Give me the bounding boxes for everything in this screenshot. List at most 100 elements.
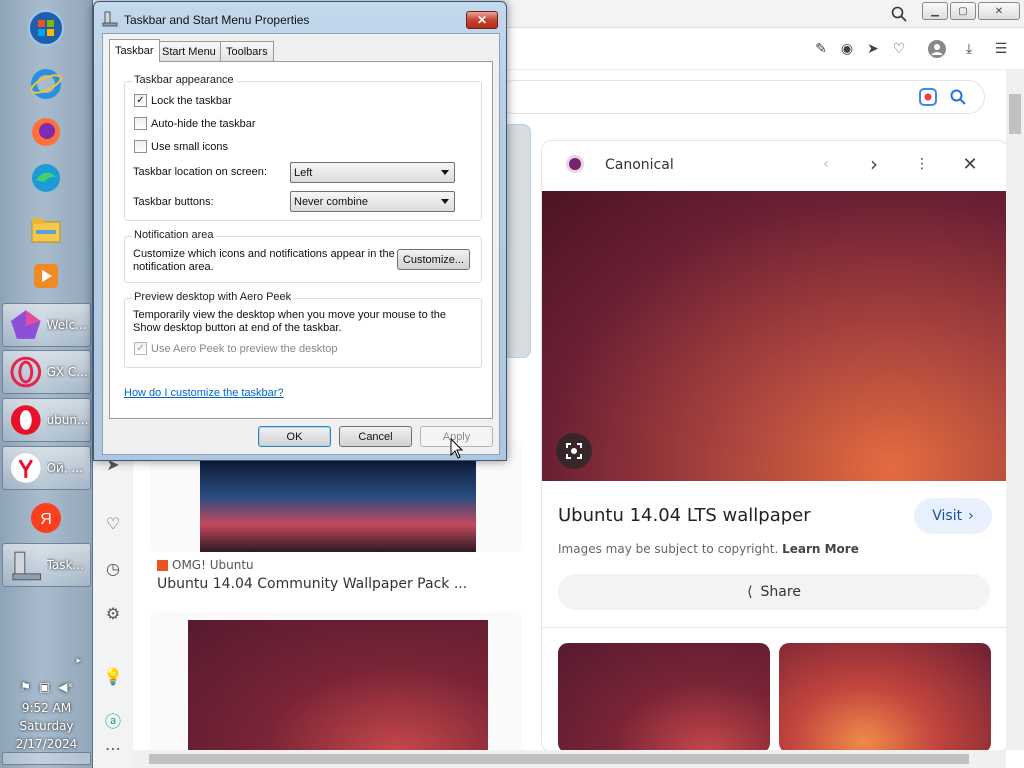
copyright-note: Images may be subject to copyright. Lear… [558, 542, 859, 556]
taskbar-window-1[interactable]: GX C... [2, 350, 91, 394]
firefox-icon[interactable] [22, 110, 70, 154]
taskbar-window-label: Task... [46, 558, 84, 572]
clock-date: 2/17/2024 [15, 737, 78, 751]
tab-start-menu[interactable]: Start Menu [156, 41, 222, 61]
chevron-left-icon[interactable]: ‹ [816, 154, 836, 174]
opera-icon [10, 405, 41, 435]
heart-icon[interactable]: ♡ [101, 511, 125, 535]
learn-more-link[interactable]: Learn More [782, 542, 859, 556]
search-bar[interactable] [497, 80, 985, 114]
internet-explorer-icon[interactable] [22, 62, 70, 106]
buttons-value: Never combine [294, 195, 368, 208]
small-icons-option[interactable]: Use small icons [134, 140, 228, 153]
profile-icon[interactable] [927, 39, 947, 59]
show-desktop-button[interactable] [2, 752, 91, 765]
settings-icon[interactable]: ⚙ [101, 601, 125, 625]
related-thumb[interactable] [558, 643, 770, 751]
search-submit-icon[interactable] [948, 87, 968, 107]
lightbulb-icon[interactable]: 💡 [101, 664, 125, 688]
network-icon[interactable]: ▣ [39, 680, 50, 694]
taskbar-window-label: ubun... [46, 413, 89, 427]
vertical-scrollbar[interactable] [1006, 70, 1024, 750]
scroll-thumb[interactable] [149, 754, 969, 764]
autohide-option[interactable]: Auto-hide the taskbar [134, 117, 256, 130]
volume-muted-icon[interactable]: ◀ˣ [58, 680, 73, 694]
taskbar-appearance-group: Taskbar appearance ✓ Lock the taskbar Au… [124, 74, 482, 221]
edit-icon[interactable]: ✎ [811, 39, 831, 59]
tab-toolbars[interactable]: Toolbars [220, 41, 274, 61]
tab-page: Taskbar appearance ✓ Lock the taskbar Au… [109, 61, 493, 419]
download-icon[interactable]: ⤓ [959, 39, 979, 59]
visit-button[interactable]: Visit › [914, 498, 992, 534]
autohide-label: Auto-hide the taskbar [151, 117, 256, 130]
horizontal-scrollbar[interactable] [133, 750, 1006, 768]
heart-icon[interactable]: ♡ [889, 39, 909, 59]
action-center-flag-icon[interactable]: ⚑ [20, 680, 31, 694]
media-player-icon[interactable] [22, 254, 70, 298]
result-card-hidden[interactable] [503, 124, 531, 358]
location-select[interactable]: Left [290, 162, 455, 183]
result-card[interactable] [150, 612, 522, 752]
taskbar-window-3[interactable]: Ой, ... [2, 446, 91, 490]
autohide-checkbox[interactable] [134, 117, 147, 130]
taskbar: Welc... GX C... ubun... Ой, ... Я Task..… [0, 0, 93, 768]
edge-icon[interactable] [22, 156, 70, 200]
omg-ubuntu-icon [157, 559, 168, 571]
minimize-button[interactable]: ▁ [922, 2, 948, 20]
panel-source[interactable]: Canonical [605, 157, 674, 173]
show-hidden-icons-icon[interactable]: ▸ [0, 656, 93, 666]
taskbar-window-0[interactable]: Welc... [2, 303, 91, 347]
yandex-browser-icon [10, 453, 41, 483]
panel-close-icon[interactable]: ✕ [960, 154, 980, 175]
related-thumb[interactable] [779, 643, 991, 751]
dialog-body: Taskbar Start Menu Toolbars Taskbar appe… [102, 33, 500, 455]
search-icon[interactable] [889, 4, 909, 24]
camera-icon[interactable]: ◉ [837, 39, 857, 59]
more-icon[interactable]: ⋯ [101, 736, 125, 760]
buttons-label: Taskbar buttons: [133, 196, 214, 208]
lock-taskbar-label: Lock the taskbar [151, 94, 232, 107]
image-preview-panel: Canonical ‹ › ⋮ ✕ Ubuntu 14.04 LTS wallp… [541, 140, 1009, 752]
customize-button[interactable]: Customize... [397, 249, 470, 270]
yandex-icon[interactable]: Я [22, 496, 70, 540]
tab-taskbar[interactable]: Taskbar [109, 39, 160, 62]
taskbar-window-4[interactable]: Task... [2, 543, 91, 587]
ok-button[interactable]: OK [258, 426, 331, 447]
app-diamond-icon [10, 310, 41, 339]
menu-icon[interactable]: ☰ [991, 39, 1011, 59]
send-icon[interactable]: ➤ [863, 39, 883, 59]
taskbar-window-2[interactable]: ubun... [2, 398, 91, 442]
buttons-select[interactable]: Never combine [290, 191, 455, 212]
share-button[interactable]: ⟨ Share [558, 574, 990, 610]
lock-taskbar-option[interactable]: ✓ Lock the taskbar [134, 94, 232, 107]
aero-peek-checkbox[interactable]: ✓ [134, 342, 147, 355]
clock-time[interactable]: 9:52 AM [0, 701, 93, 715]
notification-text: Customize which icons and notifications … [133, 248, 395, 273]
file-explorer-icon[interactable] [22, 208, 70, 252]
scroll-thumb[interactable] [1009, 94, 1021, 134]
more-vert-icon[interactable]: ⋮ [912, 154, 932, 174]
aero-peek-text: Temporarily view the desktop when you mo… [133, 309, 447, 334]
copyright-text: Images may be subject to copyright. [558, 542, 779, 556]
google-lens-icon[interactable] [918, 87, 938, 107]
small-icons-label: Use small icons [151, 140, 229, 153]
small-icons-checkbox[interactable] [134, 140, 147, 153]
lock-taskbar-checkbox[interactable]: ✓ [134, 94, 147, 107]
dialog-close-button[interactable]: ✕ [466, 11, 498, 29]
aero-peek-option[interactable]: ✓ Use Aero Peek to preview the desktop [134, 342, 338, 355]
preview-image[interactable] [542, 191, 1008, 481]
chevron-right-icon[interactable]: › [864, 152, 884, 176]
lens-search-icon[interactable] [556, 433, 592, 469]
history-icon[interactable]: ◷ [101, 556, 125, 580]
window-close-button[interactable]: ✕ [978, 2, 1020, 20]
help-link[interactable]: How do I customize the taskbar? [124, 387, 284, 399]
maximize-button[interactable]: ▢ [950, 2, 976, 20]
group-title: Notification area [132, 229, 216, 241]
app-a-icon[interactable]: ⓐ [101, 708, 125, 732]
result-title[interactable]: Ubuntu 14.04 Community Wallpaper Pack ..… [157, 576, 467, 592]
start-button[interactable] [22, 6, 70, 50]
result-image[interactable] [188, 620, 488, 752]
cancel-button[interactable]: Cancel [339, 426, 412, 447]
result-image[interactable] [200, 460, 476, 552]
location-label: Taskbar location on screen: [133, 166, 267, 178]
